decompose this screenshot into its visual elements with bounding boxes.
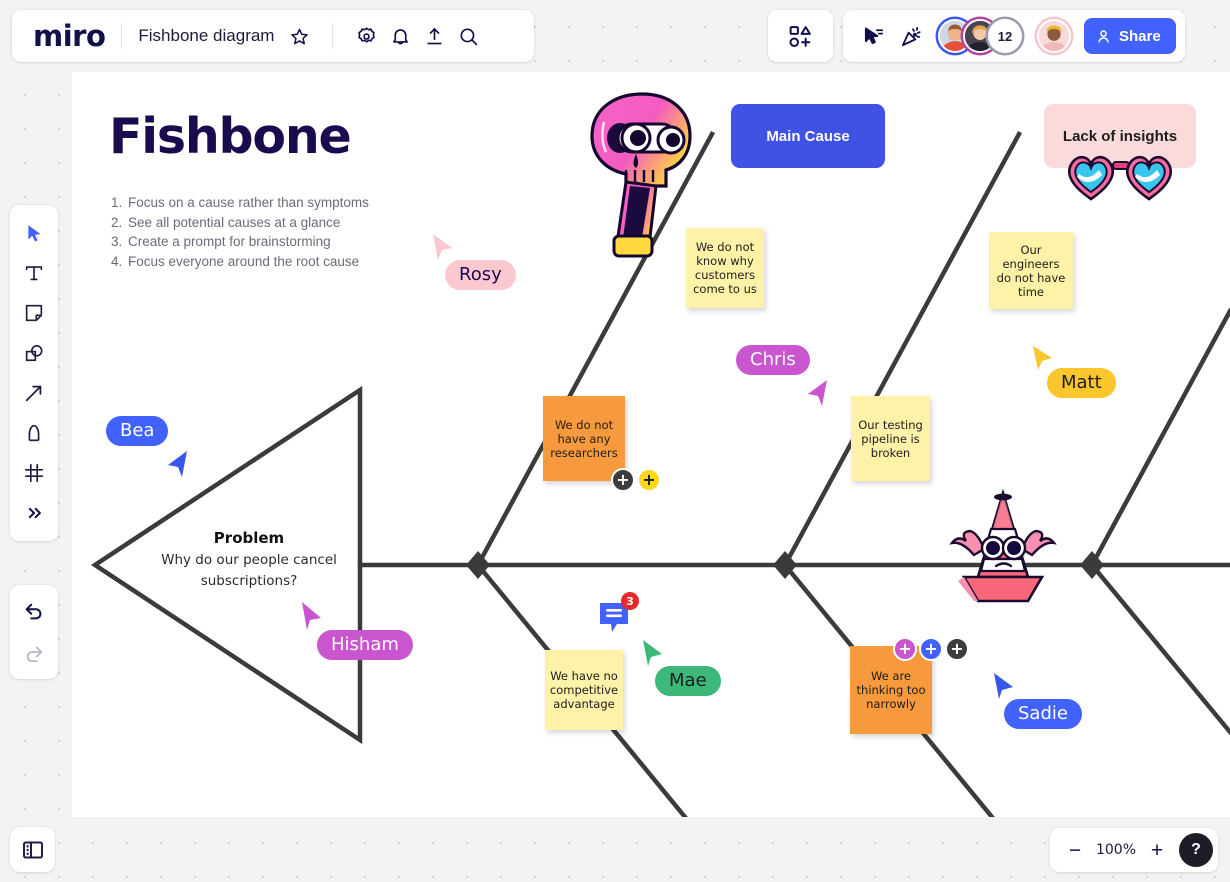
pen-tool[interactable] [15,414,53,452]
sidebar-panel-icon [22,841,43,858]
shapes-tool[interactable] [15,334,53,372]
miro-board-app: Fishbone Focus on a cause rather than sy… [0,0,1230,882]
cursor-pointer-icon [168,451,187,477]
sticky-researchers[interactable]: We do not have any researchers [543,396,625,481]
history-toolbar [10,585,58,679]
cursor-select-icon[interactable] [856,19,890,53]
cursor-pointer-icon [433,234,452,260]
cursor-label-rosy: Rosy [445,260,516,290]
avatar[interactable] [1037,19,1071,53]
reaction-chip-pink-narrow[interactable]: + [893,637,917,661]
share-label: Share [1119,27,1161,45]
more-tools[interactable] [15,494,53,532]
search-icon[interactable] [451,19,485,53]
problem-label: Problem Why do our people cancel subscri… [129,529,369,591]
sticky-narrow[interactable]: We are thinking too narrowly [850,646,932,734]
heart-sunglasses-sticker[interactable] [1063,148,1177,209]
comment-count-badge: 3 [621,592,639,610]
bell-icon[interactable] [383,19,417,53]
gear-icon[interactable] [349,19,383,53]
shapes-plus-icon [789,25,811,47]
help-button[interactable]: ? [1179,833,1213,867]
reaction-chip-dark-researchers[interactable]: + [611,468,635,492]
left-toolbar [10,205,58,541]
redo-icon [26,646,43,663]
cursor-pointer-icon [808,380,827,406]
upload-icon[interactable] [417,19,451,53]
traffic-cone-sticker[interactable] [944,485,1062,612]
sticky-note-icon [25,304,43,322]
zoom-in-button[interactable]: + [1142,835,1172,865]
cursor-pointer-icon [643,640,662,666]
pen-icon [28,424,40,442]
apps-panel-button[interactable] [768,10,833,62]
divider [332,23,334,49]
cursor-tool[interactable] [15,214,53,252]
top-toolbar-right: 12 Share [843,10,1185,62]
person-icon [1098,29,1109,43]
shapes-icon [25,345,43,362]
comment-pin[interactable]: 3 [598,592,639,638]
zoom-controls: − 100% + ? [1050,828,1218,872]
arrow-icon [25,385,42,402]
cursor-label-matt: Matt [1047,368,1116,398]
divider [121,23,123,49]
zoom-level[interactable]: 100% [1094,842,1138,858]
redo-button[interactable] [15,633,53,671]
sticky-note-tool[interactable] [15,294,53,332]
sticky-engineers[interactable]: Our engineers do not have time [989,232,1073,309]
avatar-overflow-count[interactable]: 12 [988,19,1022,53]
skull-telescope-sticker[interactable] [578,90,706,267]
cursor-icon [27,224,40,242]
star-icon[interactable] [282,19,316,53]
share-button[interactable]: Share [1084,18,1176,54]
zoom-out-button[interactable]: − [1060,835,1090,865]
panel-toggle-button[interactable] [10,827,55,872]
cursor-label-sadie: Sadie [1004,699,1082,729]
cursor-pointer-icon [302,602,321,630]
cursor-label-mae: Mae [655,666,721,696]
reaction-chip-yellow-researchers[interactable]: + [637,468,661,492]
connector-tool[interactable] [15,374,53,412]
undo-icon [25,603,42,620]
cursor-label-bea: Bea [106,416,169,446]
chevron-double-right-icon [28,507,41,519]
frame-icon [24,463,44,483]
top-toolbar-left: miro Fishbone diagram [12,10,534,62]
board-title[interactable]: Fishbone diagram [138,26,274,46]
text-tool[interactable] [15,254,53,292]
collaborator-avatars: 12 [938,19,1071,53]
cursor-label-hisham: Hisham [317,630,413,660]
problem-title: Problem [213,529,285,547]
cursor-pointer-icon [1033,346,1052,370]
frame-tool[interactable] [15,454,53,492]
sticky-testing[interactable]: Our testing pipeline is broken [851,396,930,481]
text-t-icon [25,266,43,281]
reaction-chip-blue-narrow[interactable]: + [919,637,943,661]
main-cause-box[interactable]: Main Cause [731,104,885,168]
undo-button[interactable] [15,593,53,631]
miro-logo[interactable]: miro [33,21,106,51]
party-popper-icon[interactable] [894,19,928,53]
problem-question: Why do our people cancel subscriptions? [161,552,337,589]
sticky-competitive[interactable]: We have no competitive advantage [545,650,623,730]
reaction-chip-dark-narrow[interactable]: + [945,637,969,661]
cursor-pointer-icon [994,673,1013,699]
cursor-label-chris: Chris [736,345,810,375]
